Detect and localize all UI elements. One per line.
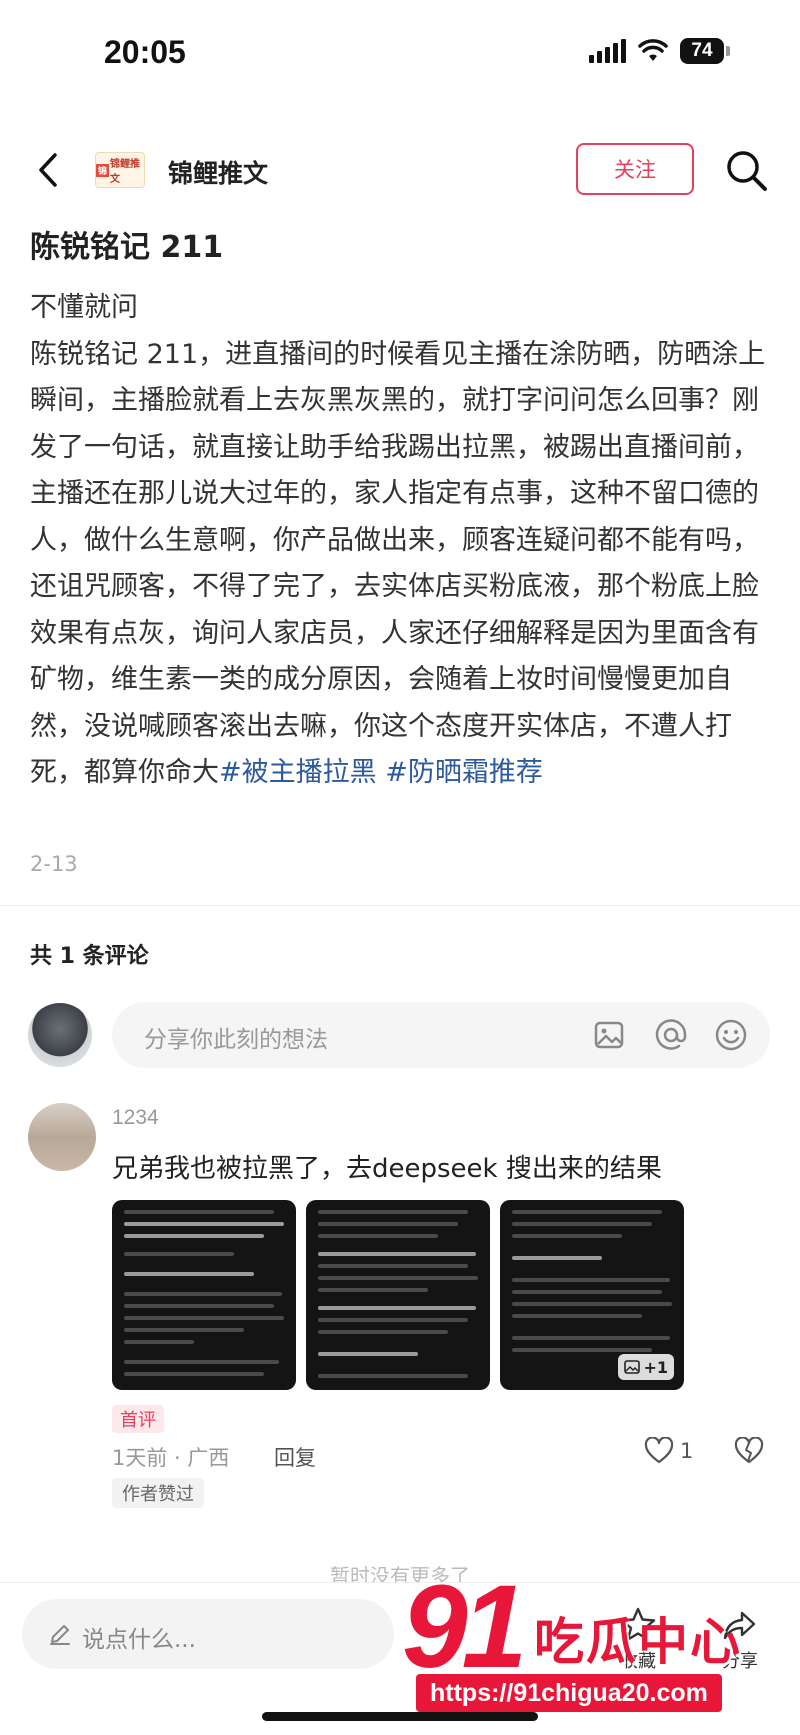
author-liked-badge: 作者赞过 [112, 1478, 204, 1508]
logo-badge: 锦 [96, 163, 110, 177]
pencil-icon [50, 1625, 70, 1645]
hashtag-link[interactable]: #被主播拉黑 [219, 757, 377, 788]
user-avatar [28, 1003, 92, 1067]
comment-text: 兄弟我也被拉黑了，去deepseek 搜出来的结果 [112, 1154, 662, 1184]
battery-level: 74 [680, 38, 724, 64]
heart-icon [644, 1437, 674, 1464]
comment-image[interactable] [112, 1200, 296, 1390]
emoji-icon[interactable] [712, 1016, 750, 1054]
commenter-username[interactable]: 1234 [112, 1106, 159, 1130]
comment-images: +1 [112, 1200, 684, 1390]
follow-button[interactable]: 关注 [576, 143, 694, 195]
image-icon[interactable] [590, 1016, 628, 1054]
image-icon [624, 1360, 641, 1374]
wifi-icon [638, 39, 668, 61]
hashtag-link[interactable]: #防晒霜推荐 [385, 757, 543, 788]
account-name[interactable]: 锦鲤推文 [168, 154, 268, 190]
like-count: 1 [680, 1439, 694, 1463]
watermark-brand: 吃瓜中心 [534, 1613, 742, 1671]
top-nav: 锦 锦鲤推文 锦鲤推文 关注 [0, 130, 800, 210]
like-button[interactable]: 1 [644, 1437, 693, 1465]
more-images-badge[interactable]: +1 [618, 1354, 674, 1380]
comment-image[interactable]: +1 [500, 1200, 684, 1390]
more-images-count: +1 [643, 1357, 668, 1377]
status-time: 20:05 [104, 34, 186, 70]
status-icons: 74 [589, 38, 730, 64]
comment-meta: 1天前 · 广西 [112, 1446, 230, 1470]
bottom-comment-input[interactable]: 说点什么... [22, 1599, 394, 1669]
comment-input-placeholder: 分享你此刻的想法 [144, 1027, 328, 1053]
logo-text: 锦鲤推文 [110, 159, 141, 185]
first-comment-tag: 首评 [112, 1405, 164, 1433]
bottom-input-placeholder: 说点什么... [82, 1627, 196, 1653]
dislike-button[interactable] [734, 1436, 764, 1469]
mention-icon[interactable] [652, 1016, 690, 1054]
battery-icon: 74 [680, 38, 730, 64]
comment-input[interactable]: 分享你此刻的想法 [112, 1002, 770, 1068]
post-text: 陈锐铭记 211，进直播间的时候看见主播在涂防晒，防晒涂上瞬间，主播脸就看上去灰… [30, 332, 775, 797]
watermark-url: https://91chigua20.com [416, 1674, 722, 1712]
comment-image[interactable] [306, 1200, 490, 1390]
search-button[interactable] [724, 148, 770, 194]
account-logo[interactable]: 锦 锦鲤推文 [95, 152, 145, 188]
status-bar: 20:05 74 [0, 0, 800, 110]
site-watermark: 91 吃瓜中心 https://91chigua20.com [400, 1562, 800, 1735]
post-main-text: 陈锐铭记 211，进直播间的时候看见主播在涂防晒，防晒涂上瞬间，主播脸就看上去灰… [30, 338, 766, 789]
back-button[interactable] [30, 148, 66, 192]
cellular-signal-icon [589, 39, 626, 63]
watermark-number: 91 [402, 1561, 527, 1693]
comment-count: 共 1 条评论 [30, 944, 149, 969]
reply-button[interactable]: 回复 [274, 1442, 316, 1472]
search-icon [727, 151, 767, 191]
home-indicator [262, 1712, 538, 1721]
post-date: 2-13 [30, 852, 78, 876]
broken-heart-icon [734, 1436, 764, 1464]
post-title: 陈锐铭记 211 [30, 230, 224, 265]
post-body: 不懂就问 陈锐铭记 211，进直播间的时候看见主播在涂防晒，防晒涂上瞬间，主播脸… [30, 285, 775, 797]
commenter-avatar[interactable] [28, 1103, 96, 1171]
post-intro: 不懂就问 [30, 292, 138, 323]
divider [0, 905, 800, 906]
chevron-left-icon [39, 153, 57, 187]
